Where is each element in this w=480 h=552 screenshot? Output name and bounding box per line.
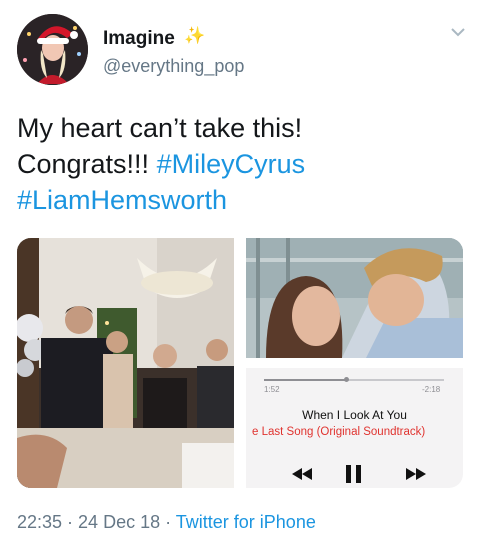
display-name[interactable]: Imagine xyxy=(103,28,175,50)
meta-separator: · xyxy=(62,512,79,532)
party-photo[interactable] xyxy=(17,238,234,488)
remaining-time: -2:18 xyxy=(422,385,441,394)
avatar[interactable] xyxy=(17,14,88,85)
tweet-congrats: Congrats!!! xyxy=(17,149,157,179)
playback-controls xyxy=(292,465,426,483)
tweet-time: 22:35 xyxy=(17,512,63,532)
hashtag-mileycyrus[interactable]: #MileyCyrus xyxy=(157,149,306,179)
rewind-icon[interactable] xyxy=(292,468,312,480)
meta-separator-2: · xyxy=(160,512,176,532)
media-grid: 1:52 -2:18 When I Look At You e Last Son… xyxy=(17,238,463,488)
elapsed-time: 1:52 xyxy=(264,385,280,394)
tweet-line-1: My heart can’t take this! xyxy=(17,113,303,143)
user-handle[interactable]: @everything_pop xyxy=(103,56,244,77)
album-title: e Last Song (Original Soundtrack) xyxy=(252,426,426,438)
tweet-text: My heart can’t take this! Congrats!!! #M… xyxy=(17,110,457,218)
progress-slider[interactable] xyxy=(264,377,444,382)
song-title: When I Look At You xyxy=(302,408,407,422)
tweet-source[interactable]: Twitter for iPhone xyxy=(176,512,316,532)
progress-fill xyxy=(264,379,347,381)
sparkle-icon: ✨ xyxy=(184,26,206,45)
progress-knob[interactable] xyxy=(344,377,350,382)
fast-forward-icon[interactable] xyxy=(406,468,426,480)
pause-icon[interactable] xyxy=(346,465,361,483)
hashtag-liamhemsworth[interactable]: #LiamHemsworth xyxy=(17,185,227,215)
tweet-meta: 22:35 · 24 Dec 18 · Twitter for iPhone xyxy=(17,512,316,533)
tweet-date[interactable]: 24 Dec 18 xyxy=(78,512,160,532)
chevron-down-icon[interactable] xyxy=(450,26,466,38)
now-playing-card[interactable]: 1:52 -2:18 When I Look At You e Last Son… xyxy=(246,368,463,488)
couple-photo[interactable] xyxy=(246,238,463,358)
